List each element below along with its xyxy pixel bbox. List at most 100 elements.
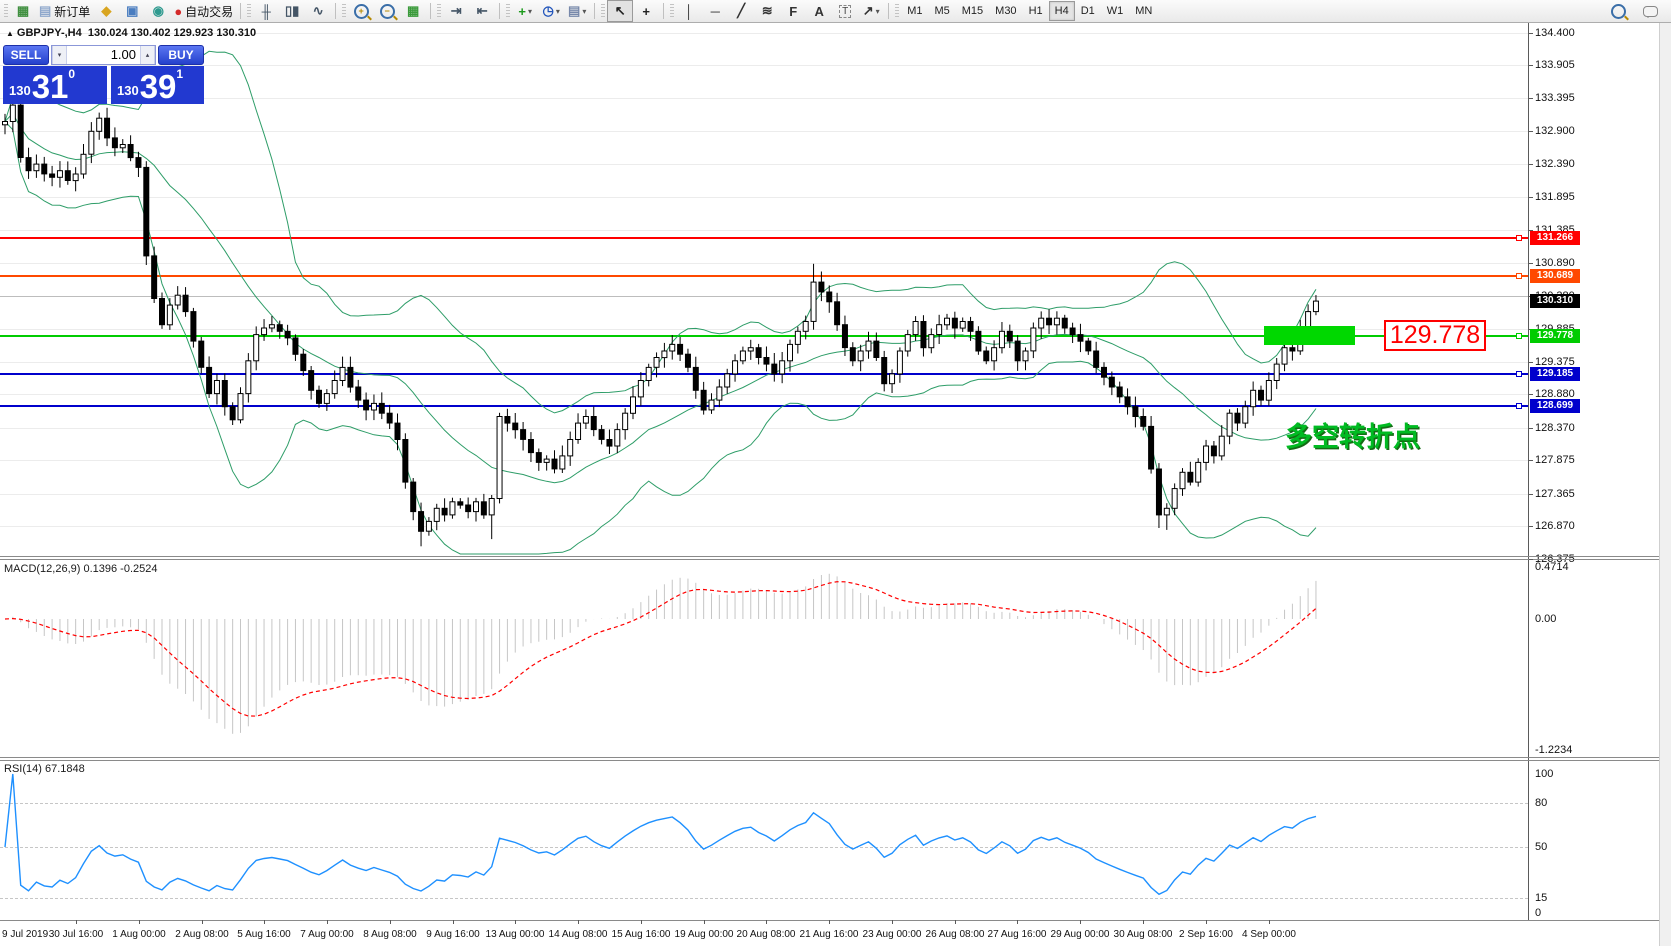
zoom-out-button[interactable]: − [374, 0, 400, 22]
time-axis-tick [1143, 920, 1144, 924]
text-button[interactable]: A [806, 0, 832, 22]
chart-shift-button[interactable]: ⇤ [469, 0, 495, 22]
price-axis-tick [1529, 131, 1533, 132]
text-label-button[interactable]: T [832, 0, 858, 22]
volume-decrease-button[interactable]: ▾ [52, 46, 67, 64]
horizontal-line-button[interactable]: ─ [702, 0, 728, 22]
indicators-icon: + [518, 4, 526, 19]
mt4-terminal: ▦▤新订单◆▣◉●自动交易╫▯▮∿+−▦⇥⇤+▾◷▾▤▾↖+│─╱≋FAT↗▾M… [0, 0, 1671, 946]
arrows-button[interactable]: ↗▾ [858, 0, 884, 22]
main-macd-splitter[interactable] [0, 556, 1671, 557]
toolbar-grip [895, 4, 899, 18]
main-macd-splitter-line2 [0, 559, 1671, 560]
time-axis-label: 9 Jul 2019 [2, 929, 48, 940]
time-axis-tick [453, 920, 454, 924]
toolbar-separator [430, 3, 431, 19]
gold-cube-button[interactable]: ◆ [93, 0, 119, 22]
vertical-line-button[interactable]: │ [676, 0, 702, 22]
volume-input[interactable] [67, 46, 140, 64]
buy-button[interactable]: BUY [158, 45, 204, 65]
chart-shift-icon: ⇤ [477, 3, 488, 19]
macd-axis-label: 0.4714 [1535, 561, 1569, 573]
search-icon [1611, 4, 1626, 19]
rsi-axis-label: 80 [1535, 797, 1547, 809]
time-axis-label: 30 Aug 08:00 [1114, 929, 1173, 940]
new-order-icon: ▤ [39, 3, 51, 19]
price-line-badge: 128.699 [1530, 399, 1580, 413]
fibonacci-button[interactable]: F [780, 0, 806, 22]
price-gridline [0, 230, 1528, 231]
sell-pipette: 0 [68, 67, 75, 81]
candlestick-chart-button[interactable]: ▯▮ [279, 0, 305, 22]
toolbar-grip [342, 4, 346, 18]
price-gridline [0, 526, 1528, 527]
toolbar-grip [247, 4, 251, 18]
new-order-button[interactable]: ▤新订单 [36, 0, 93, 22]
auto-scroll-button[interactable]: ⇥ [443, 0, 469, 22]
timeframe-h4-button[interactable]: H4 [1049, 1, 1075, 21]
time-axis-label: 20 Aug 08:00 [737, 929, 796, 940]
sell-button[interactable]: SELL [3, 45, 49, 65]
time-axis-tick [892, 920, 893, 924]
window-scrollbar-strip[interactable] [1659, 23, 1671, 946]
rsi-axis-label: 15 [1535, 892, 1547, 904]
bar-chart-button[interactable]: ╫ [253, 0, 279, 22]
time-axis-label: 27 Aug 16:00 [988, 929, 1047, 940]
time-axis-label: 2 Sep 16:00 [1179, 929, 1233, 940]
auto-trading-button[interactable]: ●自动交易 [171, 0, 236, 22]
timeframe-m30-button[interactable]: M30 [989, 1, 1022, 21]
macd-rsi-splitter-line2 [0, 760, 1671, 761]
volume-increase-button[interactable]: ▴ [140, 46, 155, 64]
price-axis-label: 126.870 [1535, 520, 1575, 532]
time-axis-label: 15 Aug 16:00 [612, 929, 671, 940]
zoom-in-button[interactable]: + [348, 0, 374, 22]
time-axis-tick [515, 920, 516, 924]
price-axis-label: 127.365 [1535, 488, 1575, 500]
search-button[interactable] [1605, 0, 1631, 22]
timeframe-mn-button[interactable]: MN [1129, 1, 1158, 21]
periods-icon: ◷ [543, 3, 554, 19]
time-axis-label: 26 Aug 08:00 [926, 929, 985, 940]
templates-button[interactable]: ▤▾ [564, 0, 590, 22]
horizontal-line-object [0, 275, 1528, 277]
rsi-level-line [0, 803, 1528, 804]
cursor-button[interactable]: ↖ [607, 0, 633, 22]
navigator-button[interactable]: ◉ [145, 0, 171, 22]
timeframe-m1-button[interactable]: M1 [901, 1, 928, 21]
chat-button[interactable] [1637, 0, 1663, 22]
price-gridline [0, 65, 1528, 66]
time-axis-label: 21 Aug 16:00 [800, 929, 859, 940]
tile-windows-button[interactable]: ▦ [400, 0, 426, 22]
price-axis-tick [1529, 65, 1533, 66]
macd-rsi-splitter[interactable] [0, 757, 1671, 758]
price-axis-label: 134.400 [1535, 27, 1575, 39]
cursor-icon: ↖ [615, 3, 626, 19]
timeframe-h1-button[interactable]: H1 [1023, 1, 1049, 21]
line-chart-button[interactable]: ∿ [305, 0, 331, 22]
time-axis-label: 30 Jul 16:00 [49, 929, 104, 940]
market-watch-button[interactable]: ▣ [119, 0, 145, 22]
price-line-badge: 129.185 [1530, 367, 1580, 381]
time-axis-label: 14 Aug 08:00 [549, 929, 608, 940]
trendline-button[interactable]: ╱ [728, 0, 754, 22]
indicators-button[interactable]: +▾ [512, 0, 538, 22]
fibonacci-icon: F [789, 4, 797, 19]
timeframe-m5-button[interactable]: M5 [928, 1, 955, 21]
price-axis-label: 130.890 [1535, 257, 1575, 269]
buy-price-display[interactable]: 130 39 1 [111, 66, 204, 104]
bar-chart-icon: ╫ [262, 4, 271, 19]
periods-button[interactable]: ◷▾ [538, 0, 564, 22]
sell-price-display[interactable]: 130 31 0 [3, 66, 107, 104]
sell-big-figure: 130 [9, 83, 31, 98]
timeframe-d1-button[interactable]: D1 [1075, 1, 1101, 21]
price-gridline [0, 394, 1528, 395]
market-watch-icon: ▣ [126, 3, 138, 19]
new-chart-button[interactable]: ▦ [10, 0, 36, 22]
time-axis-tick [139, 920, 140, 924]
timeframe-w1-button[interactable]: W1 [1101, 1, 1130, 21]
current-price-badge: 130.310 [1530, 294, 1580, 308]
crosshair-button[interactable]: + [633, 0, 659, 22]
price-axis-tick [1529, 164, 1533, 165]
timeframe-m15-button[interactable]: M15 [956, 1, 989, 21]
equidistant-channel-button[interactable]: ≋ [754, 0, 780, 22]
